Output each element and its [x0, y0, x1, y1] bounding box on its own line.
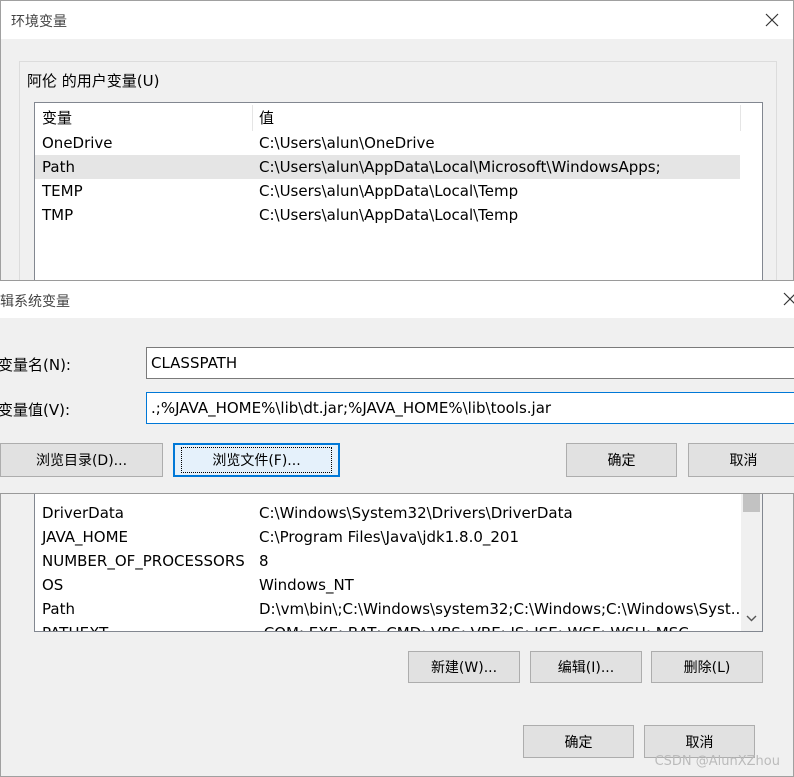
delete-variable-button[interactable]: 删除(L): [651, 651, 763, 683]
variable-name-input[interactable]: CLASSPATH: [146, 347, 794, 379]
variable-value-label: 变量值(V):: [0, 401, 71, 419]
list-item[interactable]: JAVA_HOME C:\Program Files\Java\jdk1.8.0…: [35, 525, 762, 549]
list-item-selected[interactable]: Path C:\Users\alun\AppData\Local\Microso…: [35, 155, 740, 179]
env-ok-button[interactable]: 确定: [523, 725, 634, 758]
close-icon: [765, 13, 779, 27]
var-value: C:\Users\alun\OneDrive: [259, 134, 435, 152]
var-name: OneDrive: [42, 134, 113, 152]
system-vars-list[interactable]: DriverData C:\Windows\System32\Drivers\D…: [34, 471, 763, 632]
var-value: C:\Users\alun\AppData\Local\Microsoft\Wi…: [259, 158, 661, 176]
list-item[interactable]: NUMBER_OF_PROCESSORS 8: [35, 549, 762, 573]
var-value: D:\vm\bin\;C:\Windows\system32;C:\Window…: [259, 600, 746, 618]
var-name: OS: [42, 576, 64, 594]
var-name: PATHEXT: [42, 621, 108, 631]
edit-ok-button[interactable]: 确定: [566, 443, 677, 477]
list-item[interactable]: DriverData C:\Windows\System32\Drivers\D…: [35, 501, 762, 525]
list-item[interactable]: TMP C:\Users\alun\AppData\Local\Temp: [35, 203, 762, 227]
vertical-scrollbar[interactable]: [741, 472, 762, 631]
user-vars-list[interactable]: 变量 值 OneDrive C:\Users\alun\OneDrive Pat…: [34, 102, 763, 292]
var-name: NUMBER_OF_PROCESSORS: [42, 552, 245, 570]
column-header-value[interactable]: 值: [259, 105, 274, 131]
browse-directory-button[interactable]: 浏览目录(D)...: [0, 443, 163, 477]
var-name: JAVA_HOME: [42, 528, 129, 546]
user-vars-group-label: 阿伦 的用户变量(U): [25, 70, 162, 91]
list-item[interactable]: OneDrive C:\Users\alun\OneDrive: [35, 131, 762, 155]
var-name: Path: [42, 600, 75, 618]
list-header: 变量 值: [35, 105, 762, 131]
edit-dialog-title: 编辑系统变量: [0, 294, 70, 310]
var-value: .COM;.EXE;.BAT;.CMD;.VBS;.VBE;.JS;.JSE;.…: [259, 621, 689, 631]
edit-close-button[interactable]: [782, 291, 794, 307]
browse-file-button[interactable]: 浏览文件(F)...: [173, 443, 340, 477]
column-header-variable[interactable]: 变量: [42, 105, 72, 131]
list-item-clipped[interactable]: PATHEXT .COM;.EXE;.BAT;.CMD;.VBS;.VBE;.J…: [35, 621, 762, 631]
browse-file-label: 浏览文件(F)...: [181, 447, 332, 473]
chevron-down-icon: [746, 615, 757, 622]
variable-value-input[interactable]: .;%JAVA_HOME%\lib\dt.jar;%JAVA_HOME%\lib…: [146, 392, 794, 424]
list-item[interactable]: OS Windows_NT: [35, 573, 762, 597]
var-value: 8: [259, 552, 269, 570]
close-icon: [783, 292, 794, 306]
new-variable-button[interactable]: 新建(W)...: [408, 651, 520, 683]
var-name: TMP: [42, 206, 74, 224]
edit-titlebar: 编辑系统变量: [0, 281, 794, 318]
var-value: C:\Users\alun\AppData\Local\Temp: [259, 206, 519, 224]
var-name: TEMP: [42, 182, 83, 200]
edit-cancel-button[interactable]: 取消: [688, 443, 794, 477]
edit-system-variable-dialog: 编辑系统变量 变量名(N): CLASSPATH 变量值(V): .;%JAVA…: [0, 280, 794, 494]
list-item[interactable]: Path D:\vm\bin\;C:\Windows\system32;C:\W…: [35, 597, 762, 621]
scroll-down-button[interactable]: [743, 610, 760, 627]
var-value: C:\Users\alun\AppData\Local\Temp: [259, 182, 519, 200]
edit-variable-button[interactable]: 编辑(I)...: [530, 651, 642, 683]
env-titlebar: 环境变量: [1, 1, 793, 39]
var-name: DriverData: [42, 504, 124, 522]
var-value: C:\Windows\System32\Drivers\DriverData: [259, 504, 573, 522]
var-value: C:\Program Files\Java\jdk1.8.0_201: [259, 528, 520, 546]
variable-name-label: 变量名(N):: [0, 356, 71, 374]
var-name: Path: [42, 158, 75, 176]
watermark: CSDN @AlunXZhou: [654, 754, 780, 769]
scrollbar-thumb[interactable]: [743, 494, 760, 512]
var-value: Windows_NT: [259, 576, 354, 594]
list-item[interactable]: TEMP C:\Users\alun\AppData\Local\Temp: [35, 179, 762, 203]
env-window-title: 环境变量: [11, 14, 67, 30]
env-close-button[interactable]: [758, 6, 786, 34]
